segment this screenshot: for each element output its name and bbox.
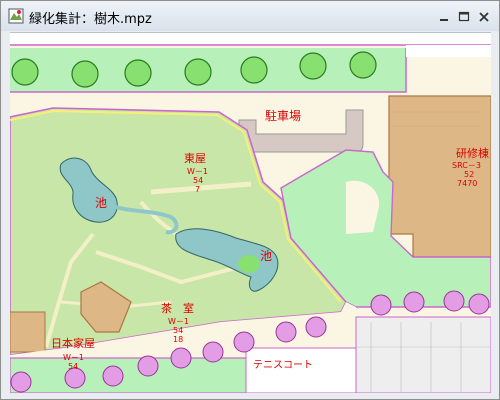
training-building-name: 研修棟 xyxy=(456,146,489,160)
tea-house-name: 茶 室 xyxy=(161,301,194,315)
tree-marker xyxy=(240,56,268,84)
pond-2-label: 池 xyxy=(260,249,272,263)
east-house-n2: 7 xyxy=(195,185,200,194)
map-drawing: 駐車場 東屋 W－1 54 7 池 池 茶 室 W－1 54 18 日本家屋 W… xyxy=(10,33,491,393)
training-building xyxy=(388,95,491,258)
tree-marker xyxy=(403,291,425,313)
east-house-n1: 54 xyxy=(193,176,203,185)
east-house-name: 東屋 xyxy=(184,152,206,165)
corner-area xyxy=(406,45,491,57)
tree-marker xyxy=(299,52,327,80)
training-building-n2: 7470 xyxy=(457,179,477,188)
tree-marker xyxy=(233,331,255,353)
tree-marker xyxy=(443,290,465,312)
parking-label: 駐車場 xyxy=(265,108,301,123)
training-building-code: SRC－3 xyxy=(452,161,481,170)
pond-island xyxy=(238,255,260,273)
tree-marker xyxy=(468,293,490,315)
window-title: 緑化集計：樹木.mpz xyxy=(29,12,152,27)
training-building-n1: 52 xyxy=(464,170,474,179)
tree-marker xyxy=(10,371,32,393)
east-house-code: W－1 xyxy=(187,167,208,176)
tree-marker xyxy=(64,367,86,389)
tree-marker xyxy=(370,294,392,316)
tree-marker xyxy=(202,341,224,363)
title-bar[interactable]: 緑化集計：樹木.mpz xyxy=(1,1,499,31)
tree-marker xyxy=(124,59,152,87)
japanese-house-n1: 54 xyxy=(68,362,78,371)
tea-house-n1: 54 xyxy=(173,326,183,335)
tree-marker xyxy=(102,365,124,387)
tree-marker xyxy=(170,347,192,369)
tree-marker xyxy=(349,51,377,79)
tree-marker xyxy=(275,321,297,343)
map-canvas[interactable]: 駐車場 東屋 W－1 54 7 池 池 茶 室 W－1 54 18 日本家屋 W… xyxy=(10,32,491,393)
tree-marker xyxy=(137,355,159,377)
tree-marker xyxy=(184,58,212,86)
tree-marker xyxy=(71,60,99,88)
japanese-house-code: W－1 xyxy=(63,353,84,362)
tennis-court-label: テニスコート xyxy=(253,360,313,371)
close-icon[interactable] xyxy=(475,10,493,24)
tree-marker xyxy=(11,58,39,86)
map-app-icon xyxy=(8,8,24,24)
japanese-house-name: 日本家屋 xyxy=(51,336,95,350)
tree-marker xyxy=(305,316,327,338)
tea-house-code: W－1 xyxy=(168,317,189,326)
app-window: 緑化集計：樹木.mpz 駐車場 東屋 W－1 54 7 池 池 茶 室 W－1 … xyxy=(0,0,500,400)
minimize-icon[interactable] xyxy=(435,10,453,24)
house-annex xyxy=(10,311,46,353)
pond-1-label: 池 xyxy=(95,196,107,210)
maximize-icon[interactable] xyxy=(455,10,473,24)
tea-house-n2: 18 xyxy=(173,335,183,344)
top-strip xyxy=(10,33,491,45)
lower-right-area xyxy=(355,316,491,393)
